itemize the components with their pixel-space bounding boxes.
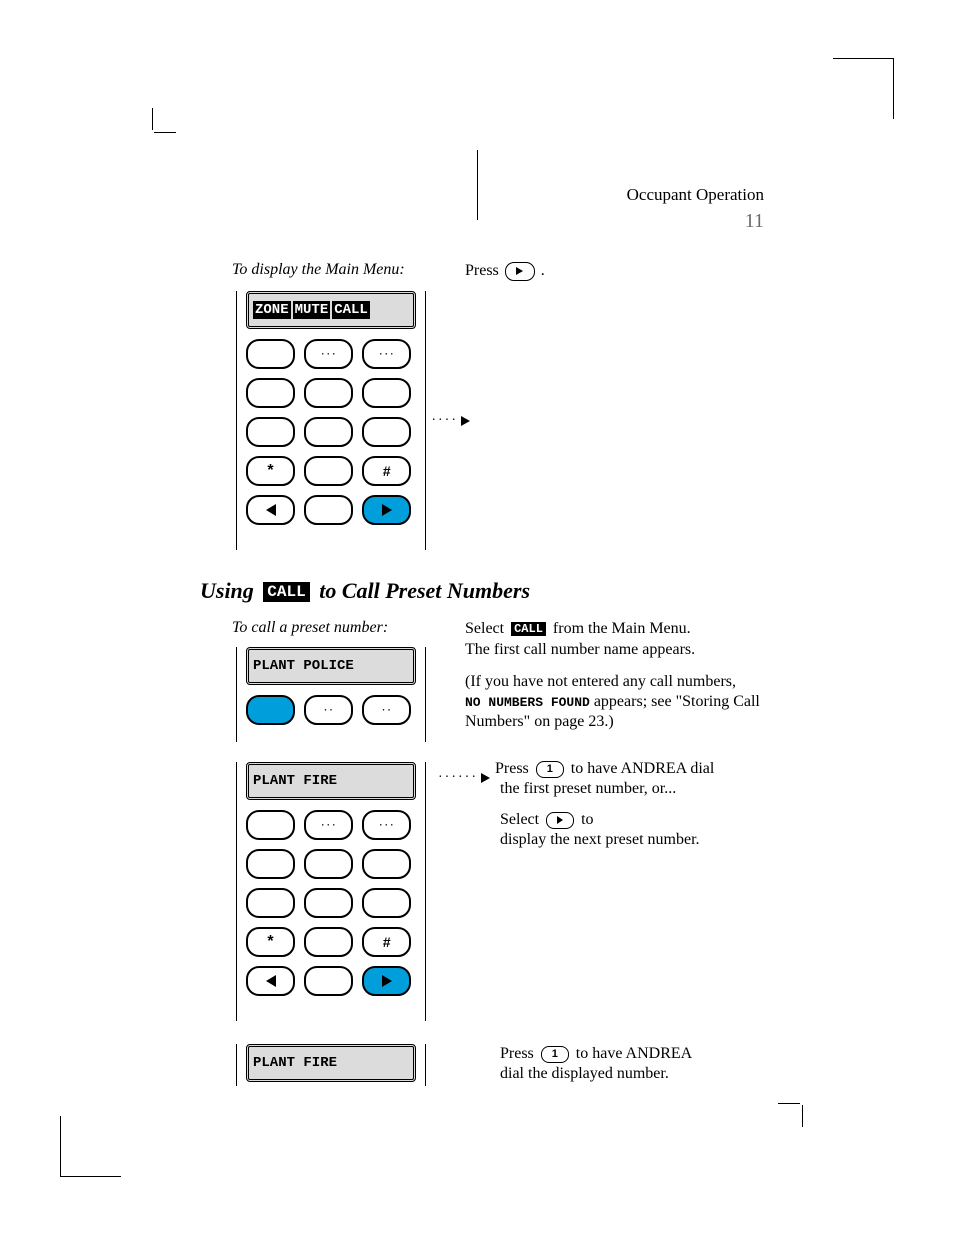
key-6[interactable]: [362, 378, 411, 408]
lcd-text: PLANT FIRE: [253, 774, 337, 788]
crop-mark: [778, 1079, 826, 1127]
step: Press 1 to have ANDREA: [500, 1044, 790, 1064]
key-4[interactable]: [246, 378, 295, 408]
section-heading: Using CALL to Call Preset Numbers: [200, 580, 530, 602]
key-forward[interactable]: [362, 495, 411, 525]
lcd-display: ZONE MUTE CALL: [246, 291, 416, 329]
key-2[interactable]: · ·: [304, 695, 353, 725]
key-0[interactable]: [304, 927, 353, 957]
text: .: [541, 262, 545, 279]
key-inline-icon: 1: [536, 761, 564, 778]
key-0[interactable]: [304, 456, 353, 486]
key-5[interactable]: [304, 849, 353, 879]
page-number: 11: [745, 210, 764, 233]
lcd-text: PLANT FIRE: [253, 1056, 337, 1070]
key-star[interactable]: *: [246, 456, 295, 486]
step: Select to: [500, 810, 790, 830]
key-7[interactable]: [246, 888, 295, 918]
lcd-item: ZONE: [253, 301, 291, 319]
instruction: To display the Main Menu:: [232, 261, 405, 279]
key-3[interactable]: · · ·: [362, 810, 411, 840]
mono-chip: CALL: [263, 582, 309, 602]
key-hash[interactable]: #: [362, 456, 411, 486]
top-register-mark: [477, 150, 478, 220]
key-back[interactable]: [246, 495, 295, 525]
instruction: To call a preset number:: [232, 619, 388, 637]
key-2[interactable]: · · ·: [304, 339, 353, 369]
crop-mark: [60, 1116, 121, 1177]
forward-icon: [505, 262, 535, 281]
key-blank[interactable]: [304, 495, 353, 525]
step: Select CALL from the Main Menu.: [465, 619, 785, 639]
key-9[interactable]: [362, 888, 411, 918]
key-back[interactable]: [246, 966, 295, 996]
key-1[interactable]: [246, 810, 295, 840]
key-6[interactable]: [362, 849, 411, 879]
leader-arrow: ····: [425, 413, 470, 429]
step: display the next preset number.: [500, 830, 790, 850]
step: the first preset number, or...: [500, 779, 790, 799]
note: (If you have not entered any call number…: [465, 672, 805, 732]
key-1[interactable]: [246, 695, 295, 725]
mono-chip: CALL: [511, 622, 546, 636]
key-star[interactable]: *: [246, 927, 295, 957]
key-hash[interactable]: #: [362, 927, 411, 957]
lcd-text: PLANT POLICE: [253, 659, 354, 673]
key-8[interactable]: [304, 417, 353, 447]
key-3[interactable]: · · ·: [362, 339, 411, 369]
keypad-lcd-only: PLANT FIRE: [246, 1044, 416, 1086]
lcd-item: CALL: [332, 301, 370, 319]
crop-mark: [833, 58, 894, 119]
leader-arrow: ······: [425, 770, 490, 786]
key-2[interactable]: · · ·: [304, 810, 353, 840]
lcd-display: PLANT POLICE: [246, 647, 416, 685]
page-header: Occupant Operation: [627, 185, 764, 205]
key-blank[interactable]: [304, 966, 353, 996]
key-7[interactable]: [246, 417, 295, 447]
step: Press 1 to have ANDREA dial: [495, 759, 785, 779]
keypad: ZONE MUTE CALL · · · · · · * #: [246, 291, 416, 550]
key-1[interactable]: [246, 339, 295, 369]
keypad: PLANT FIRE · · · · · · * #: [246, 762, 416, 1021]
key-forward[interactable]: [362, 966, 411, 996]
forward-icon: [546, 812, 574, 829]
lcd-item: MUTE: [293, 301, 331, 319]
keypad-mini: PLANT POLICE · · · ·: [246, 647, 416, 742]
key-3[interactable]: · ·: [362, 695, 411, 725]
crop-mark: [128, 108, 176, 156]
key-4[interactable]: [246, 849, 295, 879]
result-text: The first call number name appears.: [465, 640, 785, 660]
key-inline-icon: 1: [541, 1046, 569, 1063]
lcd-display: PLANT FIRE: [246, 762, 416, 800]
step: Press .: [465, 261, 765, 281]
lcd-display: PLANT FIRE: [246, 1044, 416, 1082]
key-9[interactable]: [362, 417, 411, 447]
step: dial the displayed number.: [500, 1064, 790, 1084]
key-8[interactable]: [304, 888, 353, 918]
key-5[interactable]: [304, 378, 353, 408]
text: Press: [465, 262, 499, 279]
